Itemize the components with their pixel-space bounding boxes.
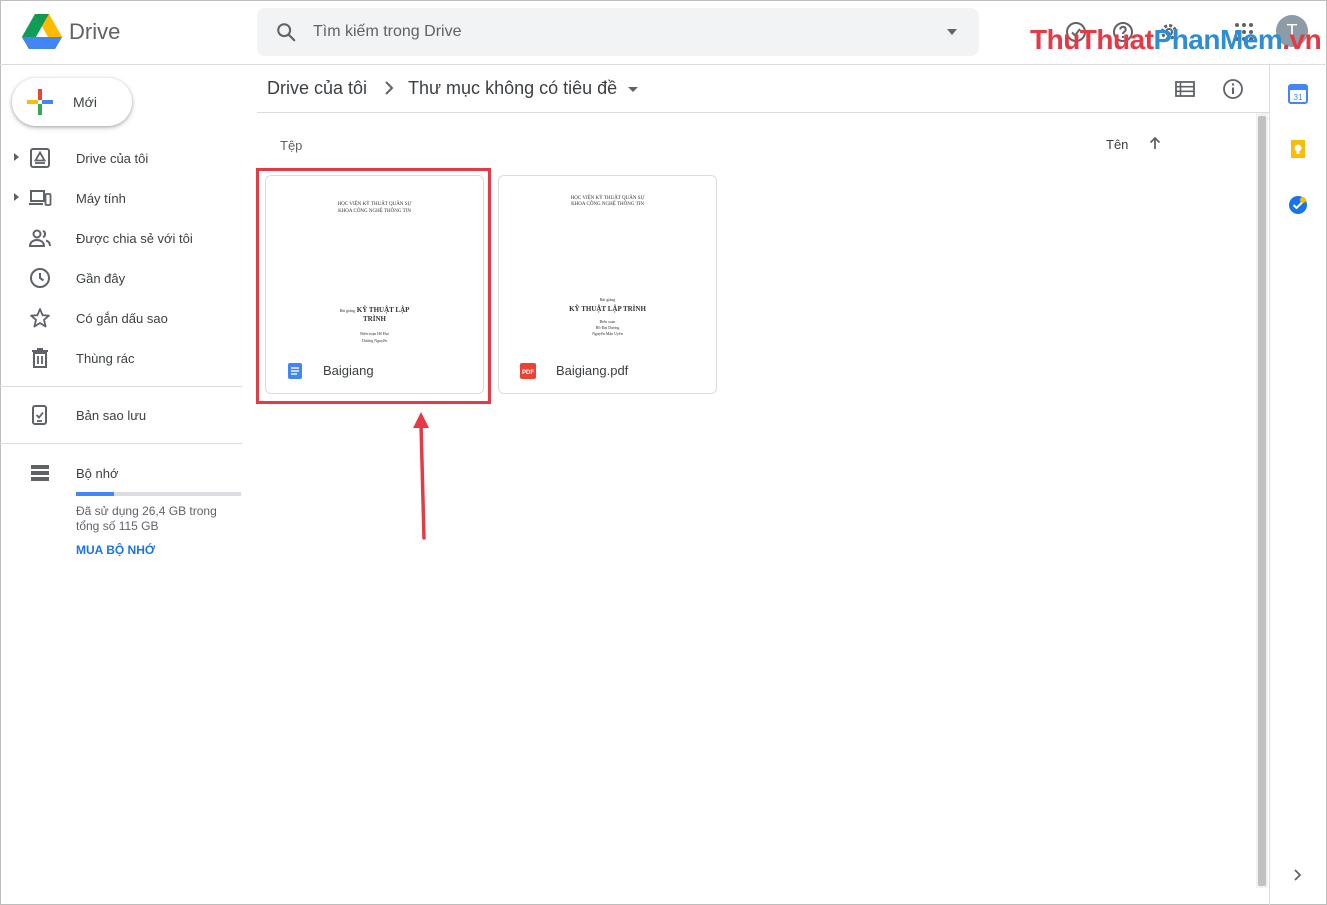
- folder-menu-caret-icon[interactable]: [628, 87, 638, 92]
- info-icon[interactable]: [1221, 77, 1245, 101]
- storage-usage-fill: [76, 492, 114, 496]
- storage-icon: [31, 465, 49, 481]
- expand-arrow-icon[interactable]: [14, 193, 19, 201]
- file-preview: HỌC VIỆN KỸ THUẬT QUÂN SỰ KHOA CÔNG NGHỆ…: [569, 196, 646, 336]
- search-options-caret-icon[interactable]: [947, 29, 957, 35]
- my-drive-icon: [30, 148, 50, 168]
- arrow-up-icon[interactable]: [1147, 135, 1163, 151]
- chevron-right-icon: [385, 81, 394, 95]
- keep-icon[interactable]: [1287, 138, 1309, 160]
- buy-storage-link[interactable]: MUA BỘ NHỚ: [76, 543, 155, 557]
- new-button-label: Mới: [73, 94, 97, 110]
- sort-by-name-button[interactable]: Tên: [1106, 137, 1128, 152]
- scrollbar-thumb[interactable]: [1258, 116, 1266, 886]
- pdf-icon: PDF: [520, 363, 536, 379]
- file-name: Baigiang.pdf: [556, 363, 629, 378]
- watermark: ThuThuatPhanMem.vn: [1030, 24, 1322, 55]
- file-preview: HỌC VIỆN KỸ THUẬT QUÂN SỰ KHOA CÔNG NGHỆ…: [337, 202, 412, 343]
- plus-icon: [27, 89, 53, 115]
- file-name: Baigiang: [323, 363, 374, 378]
- new-button[interactable]: Mới: [12, 78, 132, 126]
- window-frame: [0, 0, 1327, 905]
- expand-side-panel-chevron-icon[interactable]: [1290, 868, 1304, 882]
- backup-icon: [32, 405, 47, 425]
- top-bar: Drive T ThuThuatPhanMem.vn: [0, 0, 1327, 65]
- files-section-title: Tệp: [280, 138, 303, 153]
- storage-usage-bar: [76, 492, 241, 496]
- calendar-icon[interactable]: 31: [1287, 83, 1309, 105]
- breadcrumb-current-folder[interactable]: Thư mục không có tiêu đề: [408, 78, 617, 99]
- sidebar-item-shared-with-me[interactable]: Được chia sẻ với tôi: [0, 220, 242, 256]
- storage-usage-text: Đã sử dụng 26,4 GB trong tổng số 115 GB: [76, 504, 217, 533]
- svg-text:PDF: PDF: [522, 370, 534, 376]
- side-panel-rail: [1269, 65, 1327, 905]
- sidebar-divider: [0, 386, 242, 387]
- search-box[interactable]: [257, 8, 979, 56]
- svg-text:31: 31: [1294, 93, 1303, 102]
- google-docs-icon: [288, 363, 302, 379]
- tasks-icon[interactable]: [1287, 194, 1309, 216]
- search-input[interactable]: [313, 20, 913, 44]
- sidebar-item-recent[interactable]: Gần đây: [0, 260, 242, 296]
- content-divider: [257, 112, 1269, 113]
- sidebar-item-storage[interactable]: Bộ nhớ: [0, 455, 242, 491]
- shared-icon: [28, 229, 51, 247]
- annotation-arrow-up-icon: [413, 412, 429, 540]
- clock-icon: [30, 268, 50, 288]
- star-icon: [30, 308, 50, 328]
- search-icon[interactable]: [275, 21, 297, 43]
- sidebar-item-computers[interactable]: Máy tính: [0, 180, 242, 216]
- sidebar-item-my-drive[interactable]: Drive của tôi: [0, 140, 242, 176]
- file-card[interactable]: HỌC VIỆN KỸ THUẬT QUÂN SỰ KHOA CÔNG NGHỆ…: [265, 175, 484, 394]
- drive-logo-icon[interactable]: [22, 14, 62, 50]
- expand-arrow-icon[interactable]: [14, 153, 19, 161]
- sidebar-item-starred[interactable]: Có gắn dấu sao: [0, 300, 242, 336]
- list-view-icon[interactable]: [1173, 77, 1197, 101]
- sidebar-item-backups[interactable]: Bản sao lưu: [0, 397, 242, 433]
- app-name: Drive: [69, 19, 121, 44]
- sidebar-divider: [0, 443, 242, 444]
- file-card[interactable]: HỌC VIỆN KỸ THUẬT QUÂN SỰ KHOA CÔNG NGHỆ…: [498, 175, 717, 394]
- computers-icon: [29, 190, 52, 206]
- trash-icon: [32, 348, 48, 368]
- breadcrumb-root[interactable]: Drive của tôi: [267, 78, 367, 99]
- sidebar-item-trash[interactable]: Thùng rác: [0, 340, 242, 376]
